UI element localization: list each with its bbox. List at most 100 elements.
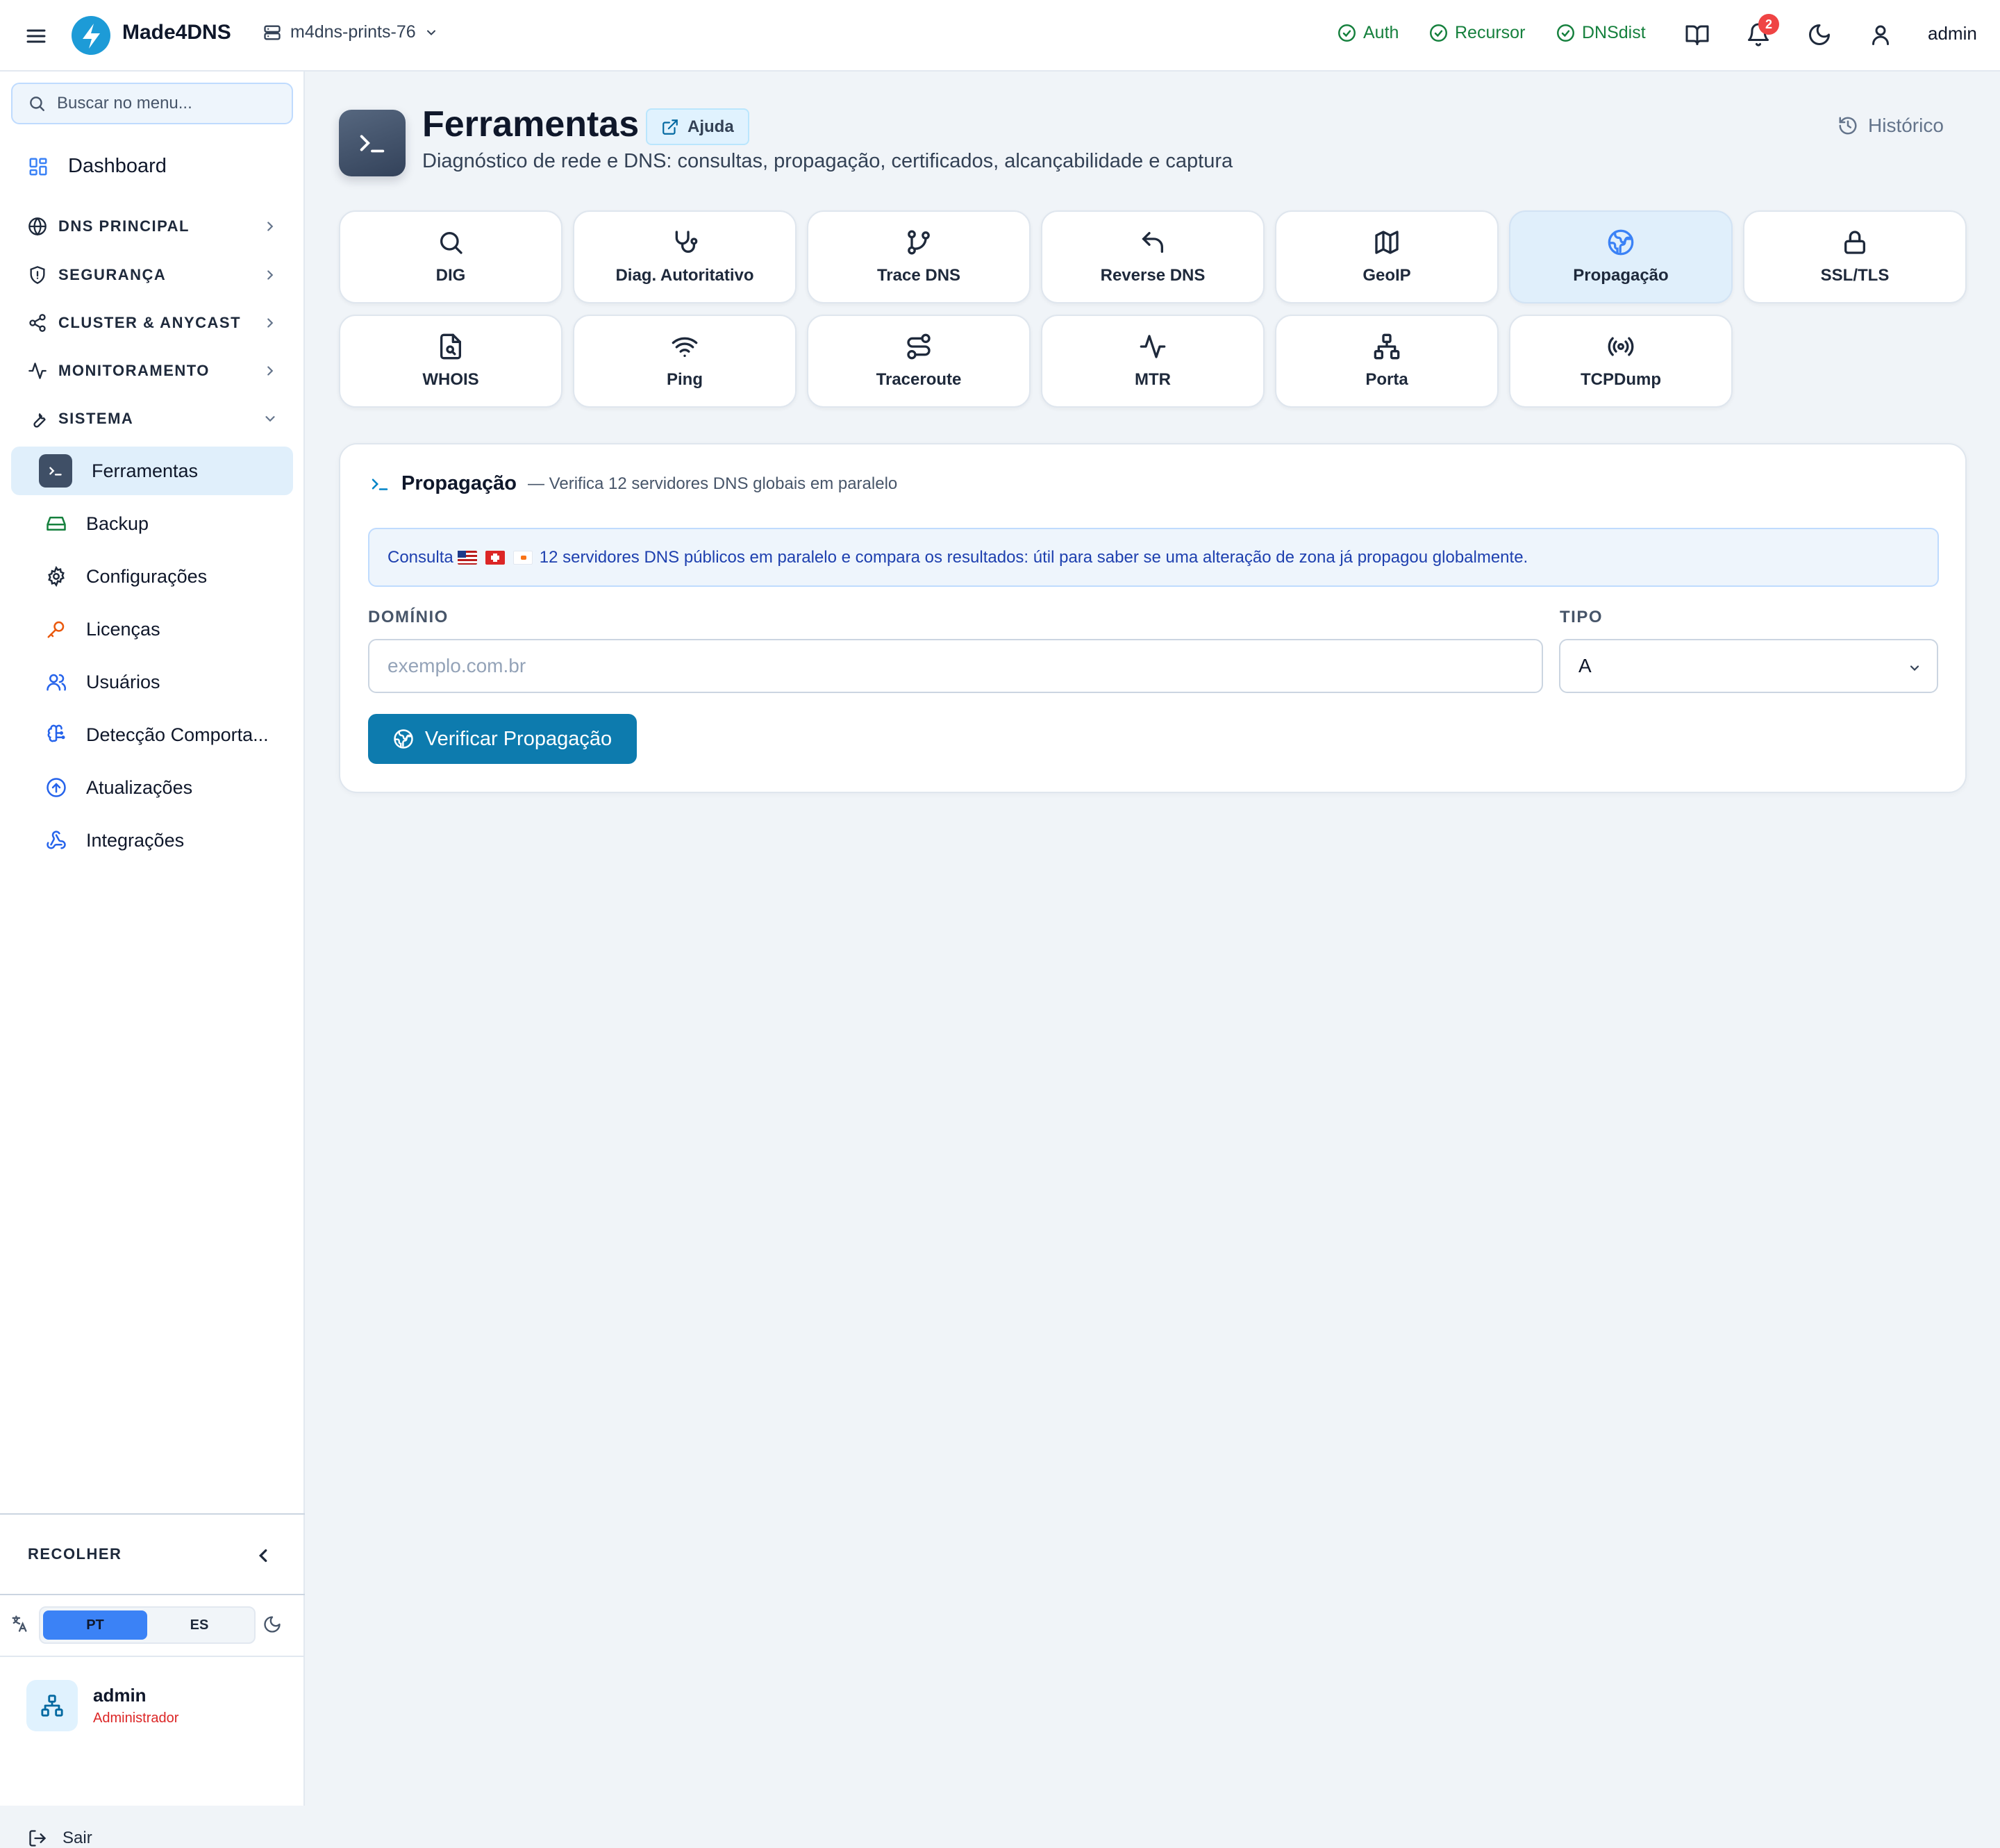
sidebar-item-ferramentas[interactable]: Ferramentas (11, 447, 293, 495)
notification-badge: 2 (1758, 14, 1779, 35)
verify-propagation-button[interactable]: Verificar Propagação (368, 714, 637, 764)
hamburger-menu-icon[interactable] (25, 25, 47, 47)
sidebar-item-deteccao[interactable]: Detecção Comporta... (11, 710, 293, 759)
history-button[interactable]: Histórico (1838, 115, 1944, 137)
server-selector[interactable]: m4dns-prints-76 (262, 22, 438, 42)
moon-icon[interactable] (1807, 22, 1832, 47)
tool-reverse-dns[interactable]: Reverse DNS (1041, 210, 1265, 303)
chevron-down-icon (262, 411, 278, 426)
user-profile[interactable]: admin Administrador (26, 1680, 178, 1731)
status-recursor[interactable]: Recursor (1429, 23, 1525, 43)
key-icon (46, 619, 67, 640)
top-bar: Made4DNS m4dns-prints-76 Auth Recursor D… (0, 0, 2000, 72)
shield-alert-icon (28, 265, 47, 285)
tool-propagacao[interactable]: Propagação (1509, 210, 1733, 303)
lock-icon (1841, 228, 1869, 256)
type-label: TIPO (1560, 608, 1603, 626)
wifi-icon (671, 333, 699, 360)
chevron-right-icon (262, 363, 278, 378)
tool-dig[interactable]: DIG (339, 210, 562, 303)
menu-search[interactable] (11, 83, 293, 124)
user-icon[interactable] (1868, 22, 1893, 47)
gear-icon (46, 566, 67, 587)
sidebar-item-licencas[interactable]: Licenças (11, 605, 293, 654)
translate-icon (10, 1614, 29, 1633)
tool-whois[interactable]: WHOIS (339, 315, 562, 408)
globe-icon (1607, 228, 1635, 256)
brand-logo-icon[interactable] (71, 15, 111, 56)
chevron-left-icon (253, 1545, 274, 1566)
help-button[interactable]: Ajuda (646, 108, 749, 145)
wrench-icon (28, 409, 47, 428)
brand-name[interactable]: Made4DNS (122, 21, 231, 44)
domain-input[interactable] (368, 639, 1543, 693)
sidebar-item-configuracoes[interactable]: Configurações (11, 552, 293, 601)
file-search-icon (437, 333, 465, 360)
sidebar-item-dashboard[interactable]: Dashboard (28, 155, 167, 178)
language-es-button[interactable]: ES (147, 1610, 251, 1640)
tool-diag-autoritativo[interactable]: Diag. Autoritativo (573, 210, 797, 303)
tool-tcpdump[interactable]: TCPDump (1509, 315, 1733, 408)
language-switcher: PT ES (10, 1604, 294, 1646)
chevron-down-icon (424, 26, 438, 40)
swiss-flag-icon (485, 550, 505, 565)
section-monitoramento[interactable]: MONITORAMENTO (28, 361, 278, 381)
network-icon (1373, 333, 1401, 360)
flag-icon (512, 550, 533, 565)
tool-mtr[interactable]: MTR (1041, 315, 1265, 408)
section-dns-principal[interactable]: DNS PRINCIPAL (28, 217, 278, 236)
type-select[interactable]: A (1559, 639, 1938, 693)
search-icon (437, 228, 465, 256)
chevron-right-icon (262, 267, 278, 283)
section-seguranca[interactable]: SEGURANÇA (28, 265, 278, 285)
tool-trace-dns[interactable]: Trace DNS (807, 210, 1031, 303)
chevron-right-icon (262, 315, 278, 331)
type-select-value: A (1578, 655, 1592, 676)
language-pt-button[interactable]: PT (43, 1610, 147, 1640)
us-flag-icon (457, 550, 477, 565)
activity-icon (1139, 333, 1167, 360)
tool-porta[interactable]: Porta (1275, 315, 1499, 408)
page-subtitle: Diagnóstico de rede e DNS: consultas, pr… (422, 150, 1233, 172)
status-dnsdist[interactable]: DNSdist (1556, 23, 1646, 43)
propagation-panel: Propagação — Verifica 12 servidores DNS … (339, 443, 1967, 793)
menu-search-input[interactable] (57, 94, 279, 113)
profile-name: admin (93, 1685, 147, 1706)
git-branch-icon (905, 228, 933, 256)
profile-role: Administrador (93, 1710, 179, 1726)
tool-traceroute[interactable]: Traceroute (807, 315, 1031, 408)
sidebar: Dashboard DNS PRINCIPAL SEGURANÇA CLUSTE… (0, 72, 305, 1847)
domain-label: DOMÍNIO (368, 608, 449, 626)
main-content: Ferramentas Ajuda Diagnóstico de rede e … (306, 72, 2000, 1806)
collapse-sidebar-button[interactable]: RECOLHER (0, 1513, 305, 1595)
users-icon (46, 672, 67, 692)
tool-ssl-tls[interactable]: SSL/TLS (1743, 210, 1967, 303)
divider (0, 1656, 305, 1657)
tool-ping[interactable]: Ping (573, 315, 797, 408)
logout-button[interactable]: Sair (28, 1829, 92, 1848)
tool-geoip[interactable]: GeoIP (1275, 210, 1499, 303)
sidebar-item-backup[interactable]: Backup (11, 499, 293, 548)
avatar (26, 1680, 78, 1731)
chevron-down-icon (1908, 661, 1922, 675)
undo-arrow-icon (1139, 228, 1167, 256)
sidebar-item-integracoes[interactable]: Integrações (11, 816, 293, 865)
sidebar-item-usuarios[interactable]: Usuários (11, 658, 293, 706)
sidebar-item-atualizacoes[interactable]: Atualizações (11, 763, 293, 812)
logout-icon (28, 1829, 47, 1848)
status-auth[interactable]: Auth (1338, 23, 1399, 43)
moon-icon[interactable] (262, 1615, 282, 1634)
route-icon (905, 333, 933, 360)
info-text: 12 servidores DNS públicos em paralelo e… (539, 547, 1528, 567)
book-open-icon[interactable] (1685, 22, 1710, 47)
search-icon (28, 94, 46, 113)
map-icon (1373, 228, 1401, 256)
globe-icon (28, 217, 47, 236)
section-cluster-anycast[interactable]: CLUSTER & ANYCAST (28, 313, 278, 333)
user-menu[interactable]: admin (1928, 23, 1977, 44)
hard-drive-icon (46, 513, 67, 534)
section-sistema[interactable]: SISTEMA (28, 409, 278, 428)
webhook-icon (46, 830, 67, 851)
brain-icon (46, 724, 67, 745)
check-circle-icon (1556, 24, 1575, 42)
